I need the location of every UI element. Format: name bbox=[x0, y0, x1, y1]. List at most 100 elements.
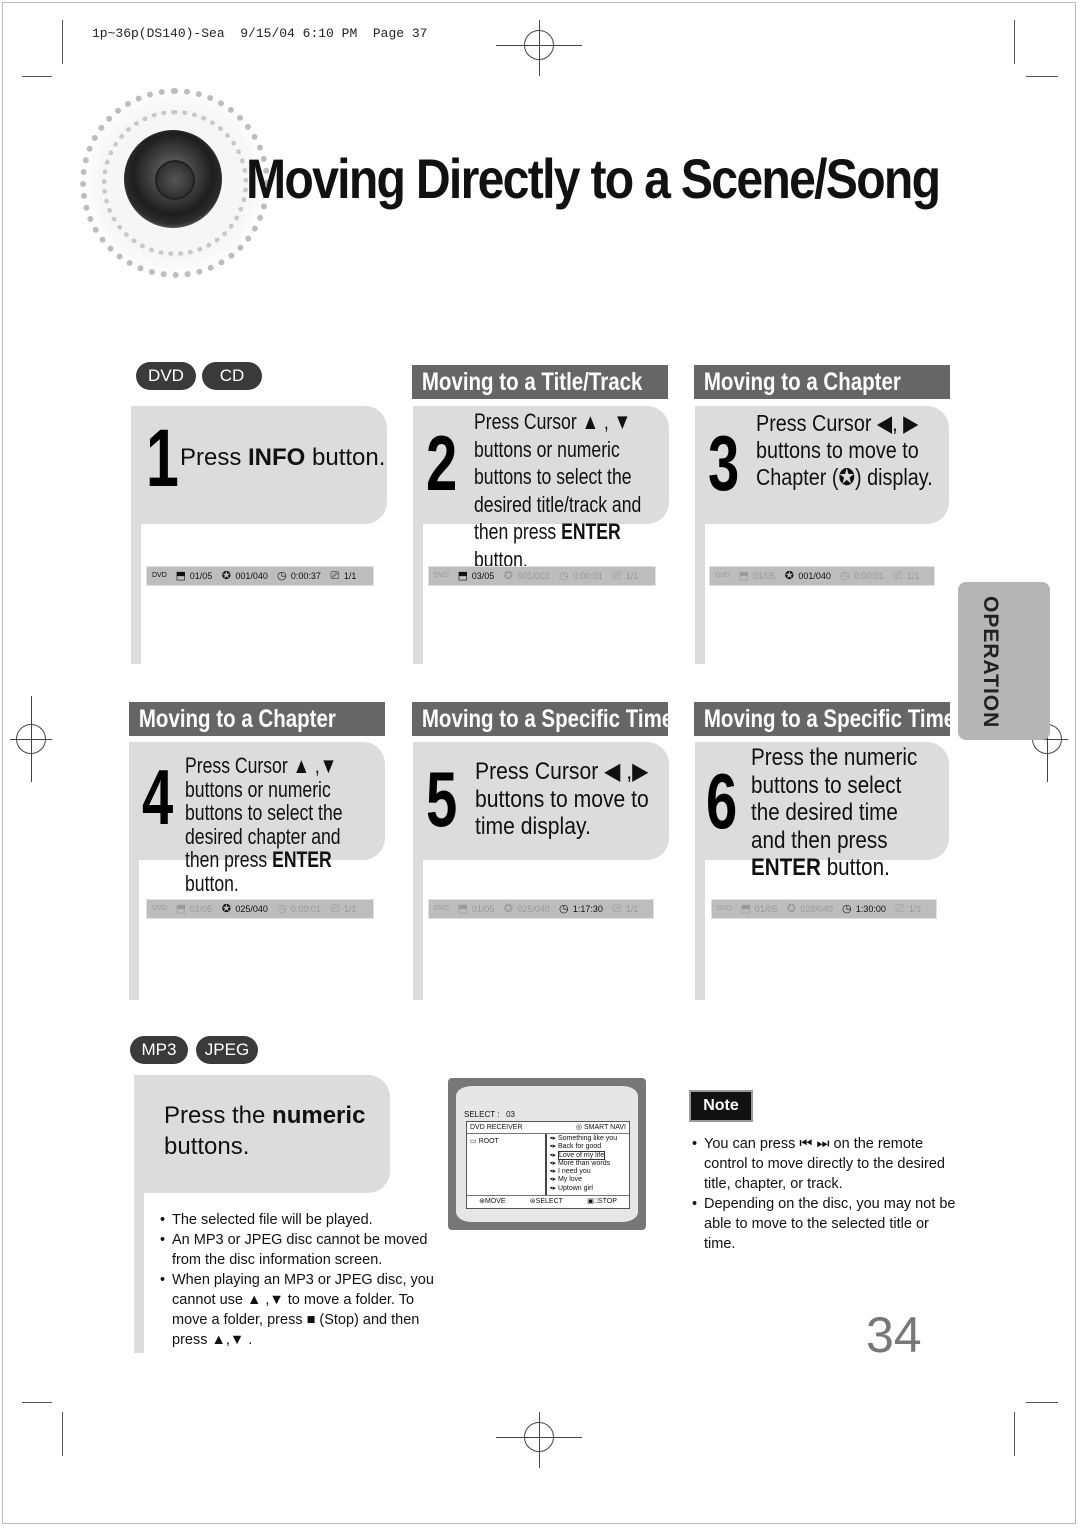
step-number: 1 bbox=[146, 413, 179, 504]
osd-disc: DVD bbox=[715, 567, 730, 585]
camera-angle-icon: ⎚ bbox=[893, 570, 903, 582]
title-icon: ⬒ bbox=[740, 903, 751, 915]
osd-chapter: ✪ 001/002 bbox=[502, 567, 550, 585]
chapter-icon: ✪ bbox=[786, 903, 796, 915]
osd-time: ◷ 0:00:01 bbox=[558, 567, 603, 585]
osd-info-bar: DVD ⬒ 01/05 ✪ 025/040 ◷ 0:00:01 ⎚ 1/1 bbox=[146, 899, 374, 919]
osd-time: ◷ 1:30:00 bbox=[841, 900, 886, 918]
step-number: 3 bbox=[708, 419, 740, 507]
camera-angle-icon: ⎚ bbox=[330, 570, 340, 582]
osd-time-value: 0:00:01 bbox=[853, 571, 884, 581]
track-item: ▪▸ More than words bbox=[550, 1159, 611, 1167]
chapter-icon: ✪ bbox=[503, 903, 513, 915]
bullet-item: The selected file will be played. bbox=[160, 1210, 450, 1230]
step-number: 6 bbox=[706, 757, 738, 845]
music-file-icon: ▪▸ bbox=[550, 1151, 558, 1159]
print-slug: 1p~36p(DS140)-Sea 9/15/04 6:10 PM Page 3… bbox=[92, 26, 428, 41]
crop-mark bbox=[62, 1412, 63, 1456]
page-title: Moving Directly to a Scene/Song bbox=[246, 147, 941, 210]
track-item: ▪▸ I need you bbox=[550, 1168, 591, 1176]
speaker-graphic-icon bbox=[80, 88, 270, 278]
osd-time: ◷ 0:00:37 bbox=[276, 567, 321, 585]
camera-angle-icon: ⎚ bbox=[612, 570, 622, 582]
clock-icon: ◷ bbox=[842, 903, 852, 915]
clock-icon: ◷ bbox=[277, 570, 287, 582]
title-icon: ⬒ bbox=[175, 903, 186, 915]
tv-screen-illustration: SELECT : 03 DVD RECEIVER ◎ SMART NAVI ▭ R… bbox=[448, 1078, 646, 1230]
step-4-text: Press Cursor ▲ ,▼ buttons or numeric but… bbox=[185, 753, 343, 896]
bullet-item: When playing an MP3 or JPEG disc, you ca… bbox=[160, 1270, 440, 1350]
music-file-icon: ▪▸ bbox=[550, 1184, 558, 1192]
osd-disc: DVD bbox=[434, 900, 449, 918]
osd-title-value: 01/05 bbox=[754, 904, 778, 914]
badge-mp3: MP3 bbox=[130, 1036, 188, 1064]
crop-mark bbox=[1014, 20, 1015, 64]
badge-jpeg: JPEG bbox=[196, 1036, 258, 1064]
mp3-step-text: Press the numeric buttons. bbox=[164, 1102, 366, 1160]
crop-mark bbox=[62, 20, 63, 64]
osd-time-value: 1:17:30 bbox=[572, 904, 603, 914]
osd-angle-value: 1/1 bbox=[908, 904, 922, 914]
camera-angle-icon: ⎚ bbox=[612, 903, 622, 915]
osd-angle: ⎚ 1/1 bbox=[894, 900, 922, 918]
step-6-text: Press the numeric buttons to select the … bbox=[751, 744, 918, 881]
music-file-icon: ▪▸ bbox=[550, 1176, 558, 1184]
header-specific-time-2: Moving to a Specific Time bbox=[694, 702, 950, 736]
osd-angle-value: 1/1 bbox=[625, 904, 639, 914]
osd-angle: ⎚ 1/1 bbox=[329, 567, 357, 585]
note-label: Note bbox=[689, 1090, 753, 1122]
title-icon: ⬒ bbox=[457, 570, 468, 582]
osd-info-bar: DVD ⬒ 01/05 ✪ 001/040 ◷ 0:00:01 ⎚ 1/1 bbox=[709, 566, 935, 586]
osd-angle-value: 1/1 bbox=[343, 904, 357, 914]
osd-angle-value: 1/1 bbox=[343, 571, 357, 581]
crop-mark bbox=[22, 76, 52, 77]
osd-title: ⬒ 01/05 bbox=[175, 900, 213, 918]
music-file-icon: ▪▸ bbox=[550, 1135, 558, 1142]
osd-title-value: 01/05 bbox=[471, 904, 495, 914]
step-5-stem bbox=[413, 860, 423, 1000]
osd-chapter-value: 001/002 bbox=[517, 571, 550, 581]
osd-time: ◷ 0:00:01 bbox=[276, 900, 321, 918]
track-list: ▪▸ Something like you ▪▸ Back for good ▪▸ … bbox=[550, 1135, 617, 1193]
clock-icon: ◷ bbox=[277, 903, 287, 915]
footer-select: ⊜SELECT bbox=[529, 1198, 563, 1205]
osd-chapter-value: 025/040 bbox=[235, 904, 268, 914]
smart-navi-window: DVD RECEIVER ◎ SMART NAVI ▭ ROOT ▪▸ Somet… bbox=[466, 1121, 630, 1209]
step-4-stem bbox=[129, 860, 139, 1000]
clock-icon: ◷ bbox=[559, 903, 569, 915]
footer-stop: ▣□STOP bbox=[587, 1198, 617, 1205]
step-number: 5 bbox=[426, 755, 458, 843]
osd-disc-value: DVD bbox=[717, 905, 732, 912]
osd-disc: DVD bbox=[152, 567, 167, 585]
step-3-text: Press Cursor ◀, ▶ buttons to move to Cha… bbox=[756, 410, 933, 490]
title-icon: ⬒ bbox=[738, 570, 749, 582]
step-number: 2 bbox=[426, 419, 458, 507]
osd-chapter: ✪ 001/040 bbox=[783, 567, 831, 585]
osd-title-value: 01/05 bbox=[189, 904, 213, 914]
osd-disc-value: DVD bbox=[152, 905, 167, 912]
chapter-icon: ✪ bbox=[503, 570, 513, 582]
osd-angle: ⎚ 1/1 bbox=[611, 900, 639, 918]
osd-disc-value: DVD bbox=[434, 905, 449, 912]
title-icon: ⬒ bbox=[175, 570, 186, 582]
osd-time-value: 1:30:00 bbox=[855, 904, 886, 914]
mp3-bullets: The selected file will be played. An MP3… bbox=[160, 1210, 450, 1350]
chapter-icon: ✪ bbox=[221, 903, 231, 915]
music-file-icon: ▪▸ bbox=[550, 1168, 558, 1176]
section-tab-label: OPERATION bbox=[979, 596, 1002, 729]
osd-angle: ⎚ 1/1 bbox=[892, 567, 920, 585]
step-2-text: Press Cursor ▲ , ▼ buttons or numeric bu… bbox=[474, 409, 642, 572]
camera-angle-icon: ⎚ bbox=[330, 903, 340, 915]
chapter-icon: ✪ bbox=[221, 570, 231, 582]
camera-angle-icon: ⎚ bbox=[895, 903, 905, 915]
note-bullet: Depending on the disc, you may not be ab… bbox=[692, 1194, 962, 1254]
osd-chapter: ✪ 028/040 bbox=[785, 900, 833, 918]
osd-title-value: 03/05 bbox=[471, 571, 495, 581]
step-2-stem bbox=[413, 524, 423, 664]
osd-angle-value: 1/1 bbox=[906, 571, 920, 581]
osd-chapter-value: 001/040 bbox=[235, 571, 268, 581]
note-bullet: You can press ⏮ ⏭ on the remote control … bbox=[692, 1134, 962, 1194]
chapter-icon: ✪ bbox=[784, 570, 794, 582]
osd-chapter-value: 028/040 bbox=[800, 904, 833, 914]
osd-title: ⬒ 03/05 bbox=[457, 567, 495, 585]
